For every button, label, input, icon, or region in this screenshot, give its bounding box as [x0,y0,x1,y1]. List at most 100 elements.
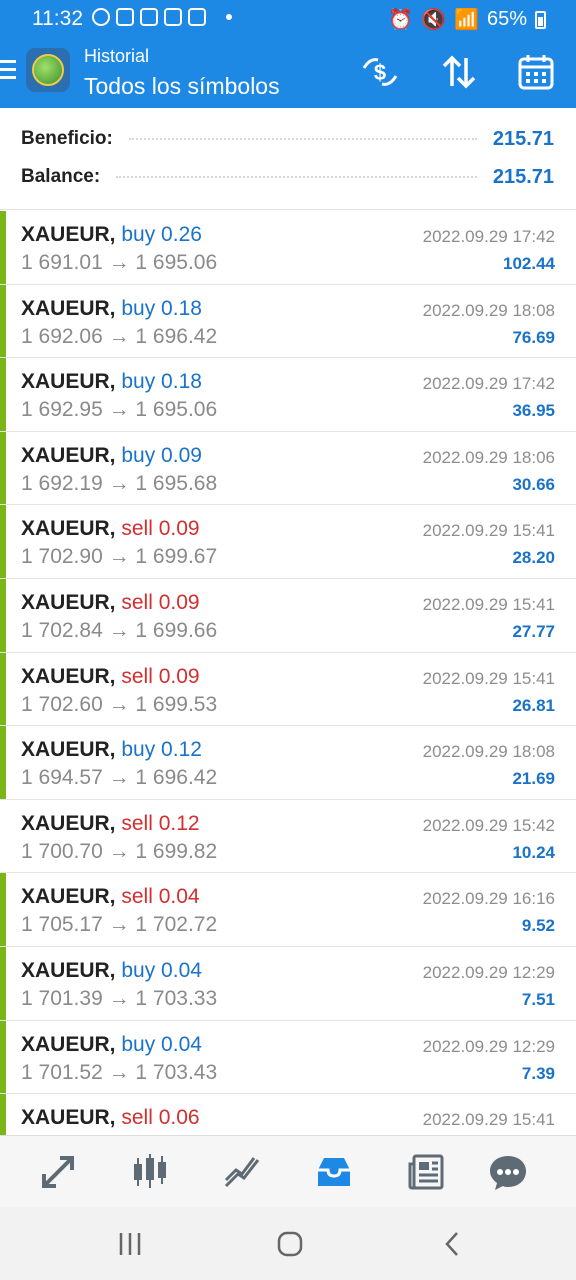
chat-icon[interactable] [484,1148,532,1196]
deal-title: XAUEUR, sell 0.12 [21,812,200,836]
deal-action: sell 0.09 [121,517,200,541]
deal-title: XAUEUR, buy 0.18 [21,370,202,394]
deal-time: 2022.09.29 15:41 [422,594,555,614]
deal-row[interactable]: XAUEUR, buy 0.04 1 701.52 → 1 703.43 2022.… [0,1020,576,1095]
deal-title: XAUEUR, buy 0.04 [21,959,202,983]
page-title[interactable]: Todos los símbolos [84,73,280,100]
deal-row[interactable]: XAUEUR, buy 0.18 1 692.06 → 1 696.42 2022.… [0,284,576,359]
menu-icon[interactable] [0,60,16,82]
deals-list[interactable]: XAUEUR, buy 0.26 1 691.01 → 1 695.06 2022.… [0,211,576,1135]
deal-prices: 1 692.06 → 1 696.42 [21,324,218,348]
deal-symbol: XAUEUR, [21,738,116,762]
deal-symbol: XAUEUR, [21,370,116,394]
deal-time: 2022.09.29 17:42 [422,227,555,246]
recent-apps-icon[interactable] [110,1227,150,1261]
calendar-icon[interactable] [516,52,556,92]
deal-row[interactable]: XAUEUR, buy 0.12 1 694.57 → 1 696.42 2022.… [0,726,576,800]
page-subtitle: Historial [84,46,150,66]
deal-row[interactable]: XAUEUR, buy 0.04 1 701.39 → 1 703.33 2022.… [0,946,576,1021]
deal-profit: 7.51 [521,989,555,1009]
home-icon[interactable] [270,1227,310,1261]
deal-time: 2022.09.29 16:16 [422,889,555,909]
quotes-icon[interactable] [34,1148,82,1196]
deal-action: buy 0.12 [121,738,202,762]
mute-icon: 🔇 [421,9,447,31]
deal-row[interactable]: XAUEUR, buy 0.09 1 692.19 → 1 695.68 2022.… [0,431,576,506]
news-icon[interactable] [402,1148,450,1196]
deal-profit: 10.24 [512,842,555,862]
history-icon[interactable] [310,1148,358,1196]
balance-value: 215.71 [492,165,554,188]
deal-symbol: XAUEUR, [21,1032,116,1056]
deal-symbol: XAUEUR, [21,1106,116,1130]
deal-action: buy 0.04 [121,1032,202,1056]
deal-prices: 1 692.19 → 1 695.68 [21,471,218,495]
profit-indicator-bar [0,1094,6,1135]
deal-symbol: XAUEUR, [21,517,116,541]
deal-symbol: XAUEUR, [21,958,116,982]
deal-action: buy 0.26 [121,223,202,246]
chart-icon[interactable] [126,1148,174,1196]
deal-prices: 1 702.60 → 1 699.53 [21,692,218,716]
deal-symbol: XAUEUR, [21,590,116,614]
deal-action: buy 0.04 [121,958,202,982]
sort-icon[interactable] [439,52,479,92]
deal-row[interactable]: XAUEUR, sell 0.12 1 700.70 → 1 699.82 2022… [0,799,576,874]
deal-profit: 27.77 [512,621,555,641]
deal-profit: 102.44 [503,254,555,273]
metatrader-logo [26,48,70,92]
svg-text:$: $ [374,60,386,85]
more-notifications-dot [226,14,232,20]
currency-exchange-icon[interactable]: $ [360,52,400,92]
deal-title: XAUEUR, buy 0.18 [21,297,202,321]
system-navigation-bar [0,1207,576,1280]
deal-action: sell 0.12 [121,811,200,835]
profit-label: Beneficio: [21,128,113,149]
mastodon-icon [140,8,158,26]
deal-time: 2022.09.29 18:06 [422,447,555,467]
deal-row[interactable]: XAUEUR, sell 0.09 1 702.84 → 1 699.66 2022… [0,578,576,653]
signal-icon: 📶 [454,9,479,31]
deal-title: XAUEUR, buy 0.12 [21,738,202,762]
deal-time: 2022.09.29 15:41 [422,521,555,541]
deal-prices: 1 694.57 → 1 696.42 [21,766,218,790]
dotted-leader [128,138,477,140]
s-app-icon [116,8,134,26]
deal-row[interactable]: XAUEUR, sell 0.09 1 702.90 → 1 699.67 2022… [0,505,576,579]
deal-profit: 26.81 [512,695,555,715]
battery-icon [535,10,546,29]
deal-symbol: XAUEUR, [21,885,116,909]
deal-profit: 36.95 [512,401,555,421]
deal-prices: 1 702.90 → 1 699.67 [21,545,218,569]
notification-icons [92,8,232,26]
back-icon[interactable] [432,1227,472,1261]
deal-profit: 7.39 [521,1063,555,1083]
deal-row[interactable]: XAUEUR, buy 0.18 1 692.95 → 1 695.06 2022.… [0,358,576,432]
battery-percent: 65% [486,8,527,30]
profit-value: 215.71 [492,127,554,150]
profit-indicator-bar [0,578,6,652]
deal-action: buy 0.18 [121,370,202,394]
profit-indicator-bar [0,1020,6,1094]
deal-title: XAUEUR, sell 0.09 [21,517,200,541]
profit-indicator-bar [0,946,6,1020]
app-bar: 11:32 ⏰ 🔇 📶 65% Historial Todos los símb… [0,0,576,108]
status-bar: 11:32 ⏰ 🔇 📶 65% [0,0,576,36]
deal-prices: 1 701.39 → 1 703.33 [21,986,218,1010]
deal-row[interactable]: XAUEUR, sell 0.06 2022.09.29 15:41 [0,1094,576,1135]
deal-time: 2022.09.29 15:41 [422,1110,555,1130]
deal-title: XAUEUR, buy 0.04 [21,1033,202,1057]
deal-row[interactable]: XAUEUR, buy 0.26 1 691.01 → 1 695.06 2022.… [0,211,576,285]
deal-row[interactable]: XAUEUR, sell 0.04 1 705.17 → 1 702.72 2022… [0,873,576,947]
messenger-icon [92,8,110,26]
deal-time: 2022.09.29 18:08 [422,300,555,320]
deal-title: XAUEUR, sell 0.04 [21,885,200,909]
deal-action: sell 0.06 [121,1106,200,1130]
trade-icon[interactable] [218,1148,266,1196]
deal-action: sell 0.09 [121,664,200,688]
balance-row: Balance: 215.71 [21,162,554,192]
deal-row[interactable]: XAUEUR, sell 0.09 1 702.60 → 1 699.53 2022… [0,652,576,727]
deal-profit: 30.66 [512,474,555,494]
profit-indicator-bar [0,211,6,284]
deal-prices: 1 701.52 → 1 703.43 [21,1060,218,1084]
